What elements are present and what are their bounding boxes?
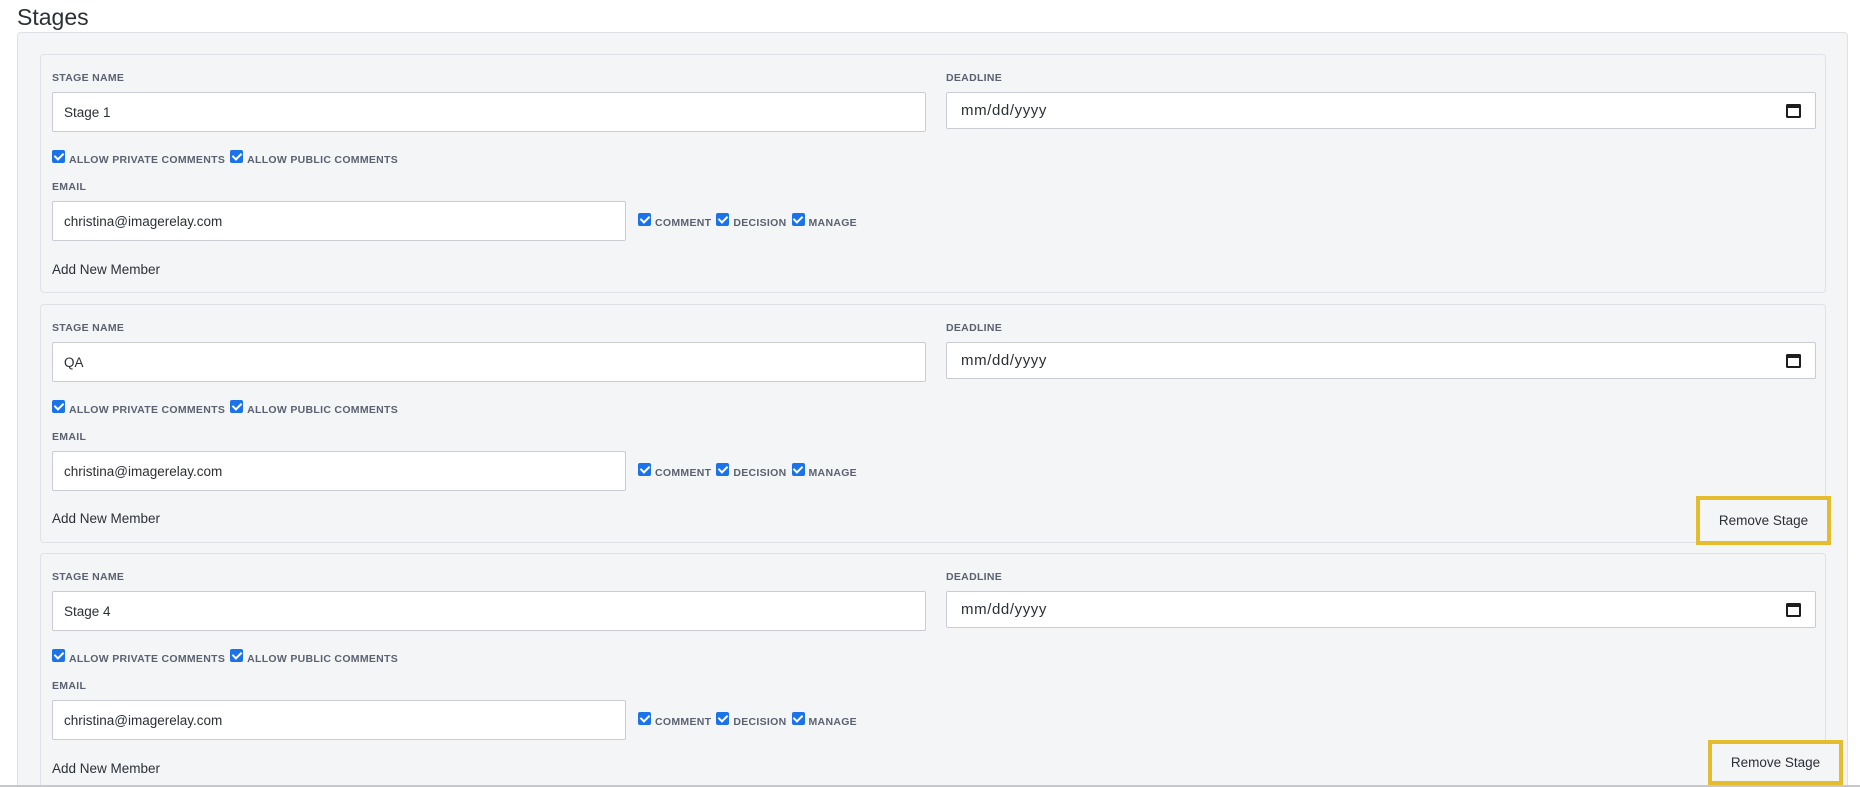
deadline-value: mm/dd/yyyy bbox=[961, 352, 1048, 369]
add-new-member-link[interactable]: Add New Member bbox=[52, 511, 160, 526]
deadline-value: mm/dd/yyyy bbox=[961, 601, 1048, 618]
stage-name-input[interactable] bbox=[52, 342, 926, 382]
comment-checkbox[interactable] bbox=[638, 463, 651, 476]
comment-permissions: ALLOW PRIVATE COMMENTS ALLOW PUBLIC COMM… bbox=[52, 150, 403, 166]
manage-label: MANAGE bbox=[808, 216, 857, 229]
email-label: EMAIL bbox=[52, 181, 87, 193]
decision-checkbox[interactable] bbox=[716, 463, 730, 476]
email-label: EMAIL bbox=[52, 431, 87, 443]
allow-public-checkbox[interactable] bbox=[230, 150, 244, 163]
allow-public-checkbox[interactable] bbox=[230, 649, 244, 662]
calendar-icon[interactable] bbox=[1786, 353, 1801, 368]
member-permissions: COMMENT DECISION MANAGE bbox=[638, 463, 862, 479]
email-label: EMAIL bbox=[52, 680, 87, 692]
allow-private-checkbox[interactable] bbox=[52, 400, 65, 413]
decision-checkbox[interactable] bbox=[716, 213, 730, 226]
member-permissions: COMMENT DECISION MANAGE bbox=[638, 712, 862, 728]
allow-private-checkbox[interactable] bbox=[52, 649, 65, 662]
stage-name-label: STAGE NAME bbox=[52, 571, 125, 583]
allow-public-label: ALLOW PUBLIC COMMENTS bbox=[247, 403, 399, 416]
comment-checkbox[interactable] bbox=[638, 213, 651, 226]
decision-label: DECISION bbox=[733, 216, 787, 229]
member-permissions: COMMENT DECISION MANAGE bbox=[638, 213, 862, 229]
email-input[interactable] bbox=[52, 201, 626, 241]
page-title: Stages bbox=[17, 4, 89, 30]
calendar-icon[interactable] bbox=[1786, 602, 1801, 617]
decision-checkbox[interactable] bbox=[716, 712, 730, 725]
deadline-input[interactable]: mm/dd/yyyy bbox=[946, 591, 1816, 628]
deadline-label: DEADLINE bbox=[946, 571, 1003, 583]
manage-checkbox[interactable] bbox=[791, 712, 805, 725]
decision-label: DECISION bbox=[733, 466, 787, 479]
allow-public-label: ALLOW PUBLIC COMMENTS bbox=[247, 652, 399, 665]
allow-public-checkbox[interactable] bbox=[230, 400, 244, 413]
deadline-label: DEADLINE bbox=[946, 72, 1003, 84]
allow-private-label: ALLOW PRIVATE COMMENTS bbox=[69, 153, 226, 166]
calendar-icon[interactable] bbox=[1786, 103, 1801, 118]
stage-name-input[interactable] bbox=[52, 92, 926, 132]
deadline-input[interactable]: mm/dd/yyyy bbox=[946, 342, 1816, 379]
manage-label: MANAGE bbox=[808, 466, 857, 479]
stage-name-label: STAGE NAME bbox=[52, 322, 125, 334]
allow-public-label: ALLOW PUBLIC COMMENTS bbox=[247, 153, 399, 166]
stage-name-label: STAGE NAME bbox=[52, 72, 125, 84]
comment-permissions: ALLOW PRIVATE COMMENTS ALLOW PUBLIC COMM… bbox=[52, 649, 403, 665]
decision-label: DECISION bbox=[733, 715, 787, 728]
manage-label: MANAGE bbox=[808, 715, 857, 728]
stage-name-input[interactable] bbox=[52, 591, 926, 631]
manage-checkbox[interactable] bbox=[791, 463, 805, 476]
allow-private-label: ALLOW PRIVATE COMMENTS bbox=[69, 652, 226, 665]
comment-label: COMMENT bbox=[655, 466, 712, 479]
deadline-value: mm/dd/yyyy bbox=[961, 102, 1048, 119]
stage-card-1: STAGE NAME DEADLINE mm/dd/yyyy ALLOW PRI… bbox=[40, 54, 1826, 293]
add-new-member-link[interactable]: Add New Member bbox=[52, 761, 160, 776]
email-input[interactable] bbox=[52, 451, 626, 491]
allow-private-checkbox[interactable] bbox=[52, 150, 65, 163]
stage-card-3: STAGE NAME DEADLINE mm/dd/yyyy ALLOW PRI… bbox=[40, 553, 1826, 787]
deadline-input[interactable]: mm/dd/yyyy bbox=[946, 92, 1816, 129]
email-input[interactable] bbox=[52, 700, 626, 740]
manage-checkbox[interactable] bbox=[791, 213, 805, 226]
comment-permissions: ALLOW PRIVATE COMMENTS ALLOW PUBLIC COMM… bbox=[52, 400, 403, 416]
comment-checkbox[interactable] bbox=[638, 712, 651, 725]
allow-private-label: ALLOW PRIVATE COMMENTS bbox=[69, 403, 226, 416]
stage-card-2: STAGE NAME DEADLINE mm/dd/yyyy ALLOW PRI… bbox=[40, 304, 1826, 543]
comment-label: COMMENT bbox=[655, 216, 712, 229]
add-new-member-link[interactable]: Add New Member bbox=[52, 262, 160, 277]
remove-stage-button[interactable]: Remove Stage bbox=[1708, 740, 1843, 785]
remove-stage-button[interactable]: Remove Stage bbox=[1696, 496, 1831, 545]
deadline-label: DEADLINE bbox=[946, 322, 1003, 334]
comment-label: COMMENT bbox=[655, 715, 712, 728]
